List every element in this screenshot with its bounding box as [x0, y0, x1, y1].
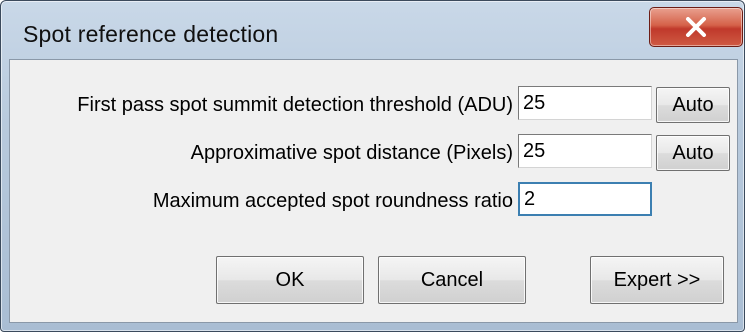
roundness-input[interactable] — [518, 182, 652, 216]
close-button[interactable] — [649, 7, 743, 47]
spot-distance-label: Approximative spot distance (Pixels) — [190, 142, 513, 164]
dialog-content: First pass spot summit detection thresho… — [9, 59, 738, 323]
spot-distance-input[interactable] — [518, 134, 652, 168]
expert-button[interactable]: Expert >> — [590, 256, 724, 304]
cancel-button[interactable]: Cancel — [378, 256, 526, 304]
close-icon — [685, 17, 707, 37]
window-title: Spot reference detection — [23, 21, 279, 47]
threshold-auto-button[interactable]: Auto — [656, 87, 730, 123]
roundness-label: Maximum accepted spot roundness ratio — [152, 190, 513, 212]
title-bar[interactable]: Spot reference detection — [1, 1, 744, 59]
threshold-input[interactable] — [518, 86, 652, 120]
spot-distance-auto-button[interactable]: Auto — [656, 135, 730, 171]
ok-button[interactable]: OK — [216, 256, 364, 304]
dialog-window: Spot reference detection First pass spot… — [0, 0, 745, 332]
threshold-label: First pass spot summit detection thresho… — [77, 94, 513, 116]
